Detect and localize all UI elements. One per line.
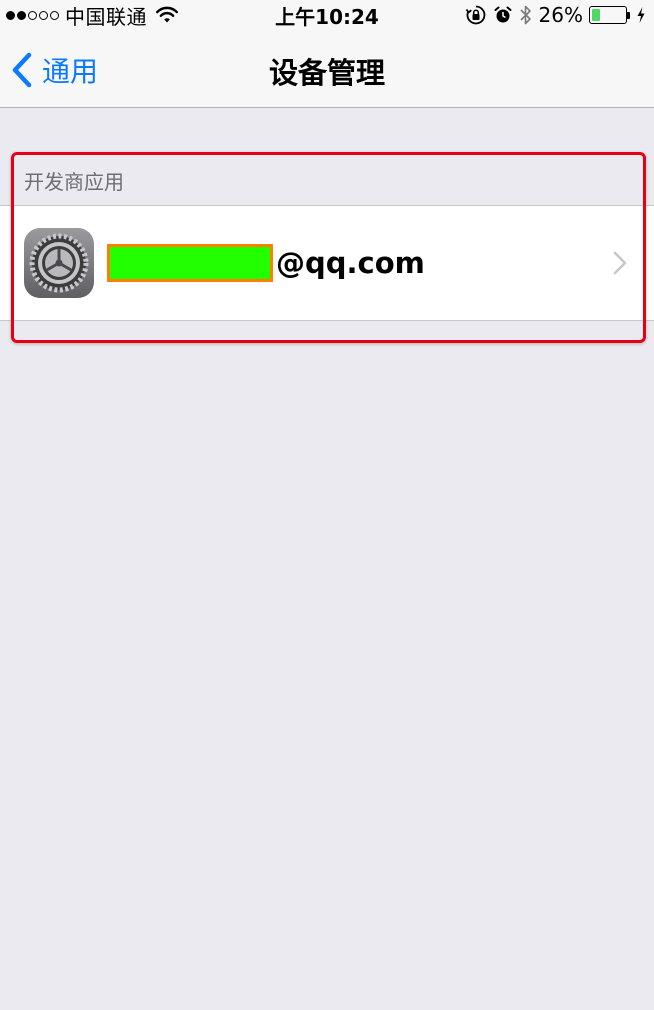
bluetooth-icon — [519, 5, 531, 25]
page-title: 设备管理 — [268, 56, 385, 90]
signal-strength-icon — [6, 10, 59, 20]
orientation-lock-icon — [465, 5, 485, 25]
developer-app-cell[interactable]: @qq.com — [0, 205, 654, 321]
status-left: 中国联通 — [6, 3, 179, 29]
wifi-icon — [156, 6, 178, 23]
navigation-bar: 通用 设备管理 — [0, 30, 654, 108]
chevron-left-icon — [12, 52, 32, 88]
developer-account-label: @qq.com — [276, 246, 425, 280]
alarm-icon — [494, 6, 512, 23]
section-header: 开发商应用 — [24, 170, 124, 194]
battery-percent: 26% — [538, 3, 583, 27]
charging-bolt-icon — [637, 7, 645, 23]
battery-icon — [589, 6, 630, 24]
back-button[interactable]: 通用 — [10, 50, 98, 90]
settings-gear-icon — [24, 228, 94, 298]
status-bar: 中国联通 上午10:24 26% — [0, 0, 654, 30]
carrier-name: 中国联通 — [65, 4, 147, 29]
back-button-label: 通用 — [42, 55, 99, 88]
battery-level-fill — [592, 9, 601, 21]
status-time: 上午10:24 — [275, 5, 379, 29]
redaction-box — [107, 244, 273, 282]
status-right: 26% — [465, 3, 646, 27]
chevron-right-icon — [613, 251, 627, 275]
